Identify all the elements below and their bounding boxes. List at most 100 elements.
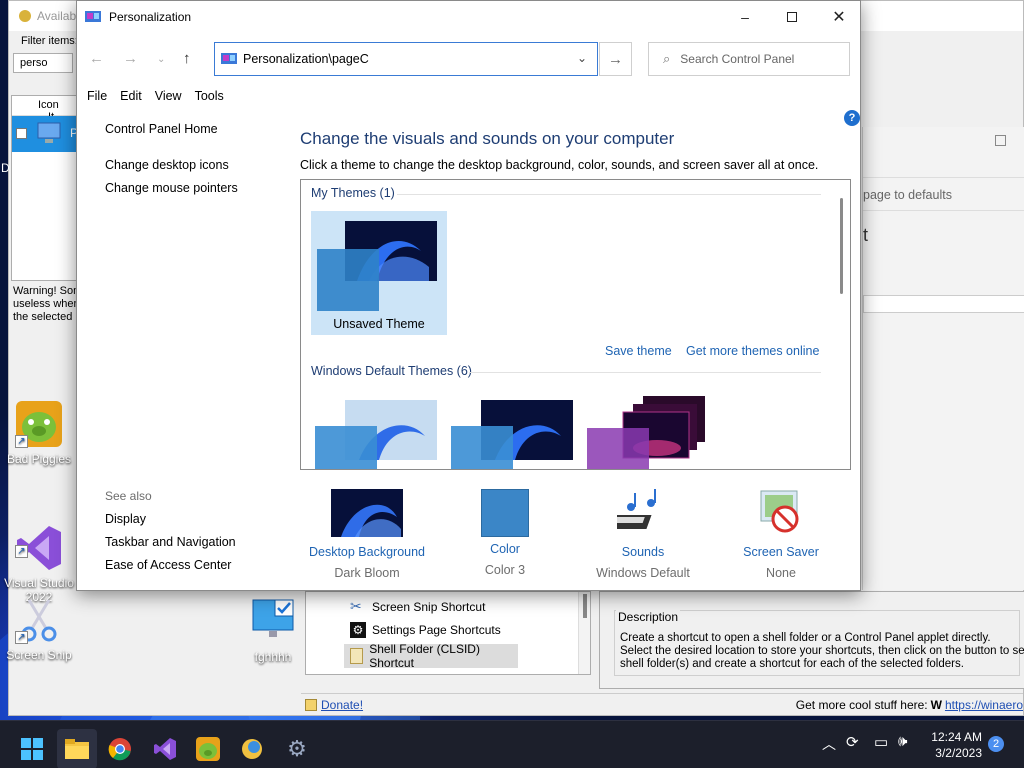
sounds-title: Sounds [621,545,665,559]
tree-item[interactable]: ⚙ Settings Page Shortcuts [350,622,501,638]
desktop-icon-fghhhh[interactable]: fghhhh [236,598,310,664]
themes-scrollbar[interactable] [833,180,850,469]
clock-time: 12:24 AM [931,730,982,744]
left-letter-d: D [1,161,10,175]
screen-saver-setting[interactable]: Screen Saver None [711,489,851,580]
color-swatch-icon [481,489,529,537]
scissors-icon: ↗ [15,596,63,644]
scroll-thumb[interactable] [840,198,843,294]
col-icon-header: Icon [38,99,59,111]
theme-unsaved[interactable]: Unsaved Theme [311,211,447,335]
tree-scroll-thumb[interactable] [582,594,587,618]
display-icon[interactable]: ▭ [874,733,888,751]
music-notes-icon [606,489,656,529]
folder-icon [350,648,364,664]
taskbar-settings[interactable]: ⚙ [277,729,317,768]
tree-item[interactable]: ✂ Screen Snip Shortcut [350,598,485,615]
start-button[interactable] [12,729,52,768]
desktop-background-setting[interactable]: Desktop Background Dark Bloom [297,489,437,580]
personalization-window: Personalization – ✕ ← → ⌄ ↑ Personalizat… [76,0,861,591]
themes-list[interactable]: My Themes (1) Unsaved Theme Save theme G… [300,179,851,470]
sync-icon[interactable]: ⟳ [846,733,859,751]
donate-link[interactable]: Donate! [321,698,363,712]
taskbar-bad-piggies[interactable] [188,729,228,768]
taskbar-winaero[interactable] [232,729,272,768]
winaero-link[interactable]: https://winaero [945,698,1023,712]
shortcut-arrow-icon: ↗ [15,631,28,644]
desktop-background-value: Dark Bloom [334,566,400,580]
description-line: Select the desired location to store you… [620,645,1024,657]
theme-name: Unsaved Theme [333,317,425,331]
menu-view[interactable]: View [155,89,182,103]
tree-item-selected[interactable]: Shell Folder (CLSID) Shortcut [344,642,518,670]
taskbar-chrome[interactable] [100,729,140,768]
change-mouse-pointers-link[interactable]: Change mouse pointers [105,181,238,195]
tree-scrollbar[interactable] [578,592,590,674]
description-line: shell folder(s) and create a shortcut fo… [620,658,964,670]
up-button[interactable]: ↑ [183,50,191,67]
winaero-app-icon [19,10,31,22]
background-settings-window: page to defaults t [862,127,1024,590]
taskbar-file-explorer[interactable] [57,729,97,768]
tree-item-label: Shell Folder (CLSID) Shortcut [369,642,480,670]
search-box[interactable]: ⌕ Search Control Panel [648,42,850,76]
desktop-icon-label: Screen Snip [6,648,72,662]
desktop-icon-bad-piggies[interactable]: ↗ Bad Piggies [2,400,76,466]
sounds-setting[interactable]: Sounds Windows Default [573,489,713,580]
more-themes-link[interactable]: Get more themes online [686,344,819,358]
row-checkbox[interactable] [16,128,27,139]
desktop-icon-screen-snip[interactable]: ↗ Screen Snip [2,596,76,662]
window-titlebar[interactable]: Personalization – ✕ [77,1,860,32]
save-theme-link[interactable]: Save theme [605,344,672,358]
bad-piggies-icon [196,737,220,761]
color-title: Color [490,542,520,556]
close-button[interactable]: ✕ [816,1,862,32]
back-button[interactable]: ← [89,50,104,67]
minimize-button[interactable]: – [722,1,768,32]
winaero-logo-icon: W [930,697,942,712]
theme-glow[interactable] [587,394,709,469]
scissors-icon: ✂ [350,598,362,614]
no-screensaver-icon [760,490,799,533]
clock-date: 3/2/2023 [935,746,982,760]
monitor-icon [36,120,62,146]
window-title: Personalization [109,9,192,24]
taskbar-visual-studio[interactable] [145,729,185,768]
list-row-selected[interactable]: P [12,116,78,152]
theme-windows-dark[interactable] [451,398,573,469]
chevron-down-icon[interactable]: ⌄ [577,51,587,65]
filter-input[interactable]: perso [13,53,73,73]
address-text: Personalization\pageC [243,52,369,66]
chrome-icon [108,738,131,761]
recent-locations-button[interactable]: ⌄ [157,54,165,65]
ease-of-access-link[interactable]: Ease of Access Center [105,558,231,572]
forward-button[interactable]: → [123,50,138,67]
taskbar: ⚙ ︿ ⟳ ▭ 🕪 12:24 AM 3/2/2023 2 [0,720,1024,768]
volume-icon[interactable]: 🕪 [898,733,907,750]
taskbar-navigation-link[interactable]: Taskbar and Navigation [105,535,236,549]
clock[interactable]: 12:24 AM 3/2/2023 [922,729,982,761]
menu-edit[interactable]: Edit [120,89,142,103]
address-bar[interactable]: Personalization\pageC ⌄ [214,42,598,76]
maximize-icon[interactable] [995,135,1006,146]
chevron-up-icon[interactable]: ︿ [822,734,836,754]
color-setting[interactable]: Color Color 3 [435,489,575,577]
items-list[interactable]: Icon It P [11,95,78,281]
menu-tools[interactable]: Tools [195,89,224,103]
help-icon[interactable]: ? [844,110,860,126]
display-link[interactable]: Display [105,512,146,526]
theme-windows-light[interactable] [315,398,437,469]
ghost-input[interactable] [863,295,1024,313]
filter-label: Filter items: [21,35,78,47]
change-desktop-icons-link[interactable]: Change desktop icons [105,158,229,172]
ghost-heading: t [863,225,869,245]
tree-item-label: Screen Snip Shortcut [372,599,486,614]
menu-file[interactable]: File [87,89,107,103]
go-button[interactable]: → [599,42,632,76]
reset-page-button[interactable]: page to defaults [863,177,1024,211]
control-panel-home-link[interactable]: Control Panel Home [105,122,218,136]
notification-badge[interactable]: 2 [988,736,1004,752]
category-tree[interactable]: ✂ Screen Snip Shortcut ⚙ Settings Page S… [305,591,591,675]
visual-studio-icon [154,738,176,760]
maximize-button[interactable] [769,1,815,32]
